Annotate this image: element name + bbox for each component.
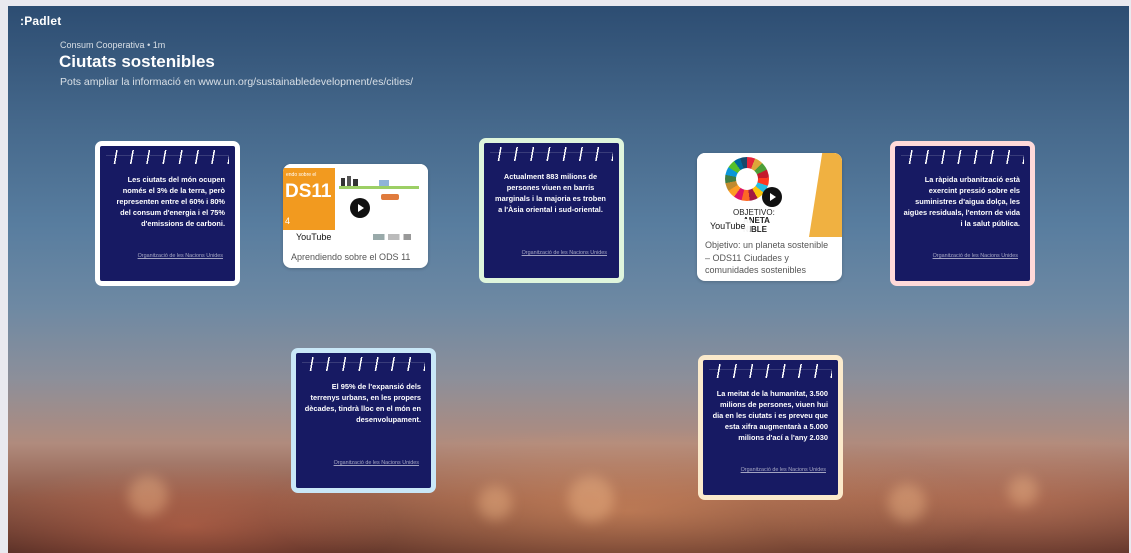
bus-illustration [381, 194, 399, 200]
bokeh-light [1008, 476, 1038, 506]
bokeh-light [128, 476, 168, 516]
video-card[interactable]: OBJETIVO: ANETA NIBLE YouTube Objetivo: … [697, 153, 842, 281]
banner-title: DS11 [285, 181, 332, 202]
post-meta: Consum Cooperativa • 1m [60, 40, 165, 50]
orange-side-banner [809, 153, 842, 237]
spiral-binding-icon [709, 364, 832, 378]
video-caption[interactable]: Objetivo: un planeta sostenible – ODS11 … [705, 239, 834, 277]
youtube-chip[interactable]: YouTube [291, 230, 337, 244]
note-card[interactable]: La meitat de la humanitat, 3.500 milions… [698, 355, 843, 500]
page-title: Ciutats sostenibles [59, 52, 215, 71]
bokeh-light [568, 476, 614, 522]
city-skyline-illustration [339, 176, 419, 189]
video-caption[interactable]: Aprendiendo sobre el ODS 11 [291, 251, 420, 264]
note-text: La meitat de la humanitat, 3.500 milions… [712, 389, 828, 442]
spiral-binding-icon [901, 150, 1024, 164]
note-source-link[interactable]: Organització de les Nacions Unides [741, 467, 826, 473]
note-source-link[interactable]: Organització de les Nacions Unides [334, 460, 419, 466]
note-source-link[interactable]: Organització de les Nacions Unides [138, 253, 223, 259]
play-button-icon[interactable] [350, 198, 370, 218]
note-source-link[interactable]: Organització de les Nacions Unides [933, 253, 1018, 259]
post-time: 1m [152, 40, 166, 50]
author-name[interactable]: Consum Cooperativa [60, 40, 145, 50]
note-text: El 95% de l'expansió dels terrenys urban… [304, 382, 421, 424]
bokeh-light [478, 486, 512, 520]
note-source-link[interactable]: Organització de les Nacions Unides [522, 250, 607, 256]
note-card[interactable]: Actualment 883 milions de persones viuen… [479, 138, 624, 283]
video-card[interactable]: endo sobre el DS11 4 YouTube Aprendiendo… [283, 164, 428, 268]
banner-corner-number: 4 [285, 216, 291, 226]
note-text: Actualment 883 milions de persones viuen… [495, 172, 606, 214]
note-text: Les ciutats del món ocupen només el 3% d… [116, 175, 225, 228]
spiral-binding-icon [302, 357, 425, 371]
note-card[interactable]: Les ciutats del món ocupen només el 3% d… [95, 141, 240, 286]
padlet-board: :Padlet Consum Cooperativa • 1m Ciutats … [8, 6, 1129, 553]
note-card[interactable]: El 95% de l'expansió dels terrenys urban… [291, 348, 436, 493]
youtube-chip[interactable]: YouTube [705, 219, 751, 233]
padlet-logo[interactable]: :Padlet [20, 14, 61, 28]
note-text: La ràpida urbanització està exercint pre… [903, 175, 1020, 228]
play-button-icon[interactable] [762, 187, 782, 207]
bokeh-light [888, 484, 926, 522]
spiral-binding-icon [490, 147, 613, 161]
page-subtitle: Pots ampliar la informació en www.un.org… [60, 76, 414, 88]
note-card[interactable]: La ràpida urbanització està exercint pre… [890, 141, 1035, 286]
partner-logos [373, 234, 411, 240]
banner-small-text: endo sobre el [286, 172, 317, 178]
spiral-binding-icon [106, 150, 229, 164]
